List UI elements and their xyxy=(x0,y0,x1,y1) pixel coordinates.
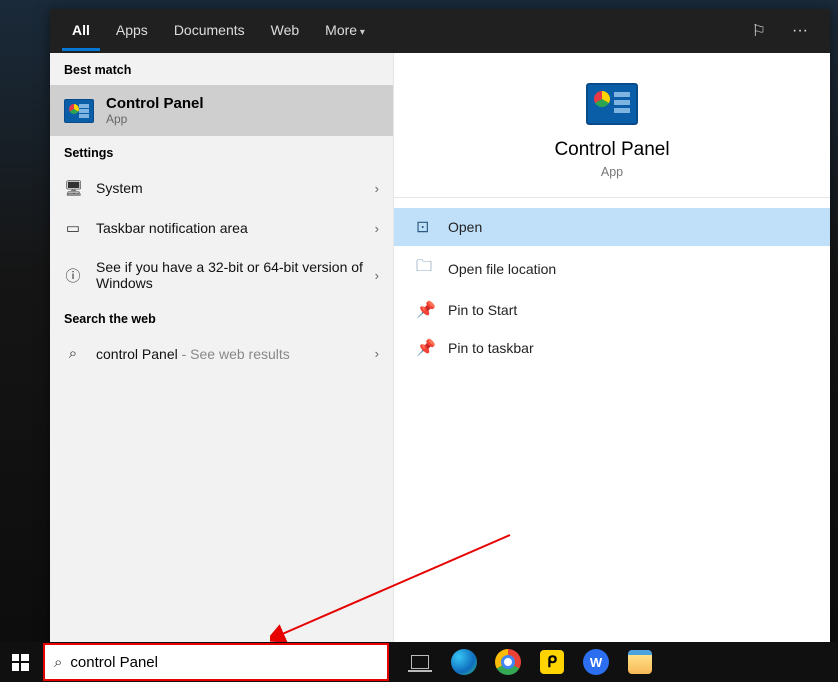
taskbar-search-box[interactable]: ⌕ xyxy=(44,644,388,680)
pin-icon: 📌 xyxy=(416,338,434,358)
chevron-right-icon: › xyxy=(375,346,379,361)
action-open-file-location[interactable]: 🗀 Open file location xyxy=(394,246,830,291)
control-panel-icon xyxy=(64,99,94,123)
taskbar-app-chrome[interactable] xyxy=(488,642,528,682)
chevron-right-icon: › xyxy=(375,268,379,283)
chevron-right-icon: › xyxy=(375,221,379,236)
tab-all[interactable]: All xyxy=(62,12,100,51)
search-input[interactable] xyxy=(70,654,378,671)
search-icon: ⌕ xyxy=(64,345,82,362)
app-icon: ᑭ xyxy=(540,650,564,674)
taskbar-app-explorer[interactable] xyxy=(620,642,660,682)
settings-item-taskbar[interactable]: ▭ Taskbar notification area › xyxy=(50,208,393,248)
settings-label: System xyxy=(96,180,379,196)
open-icon: ⊡ xyxy=(416,217,434,237)
best-match-item[interactable]: Control Panel App xyxy=(50,85,393,136)
settings-label: See if you have a 32-bit or 64-bit versi… xyxy=(96,259,379,291)
monitor-icon: 🖥 xyxy=(64,179,82,197)
taskbar-app-edge[interactable] xyxy=(444,642,484,682)
search-flyout: All Apps Documents Web More ⚐ ··· Best m… xyxy=(50,9,830,644)
settings-item-system[interactable]: 🖥 System › xyxy=(50,168,393,208)
windows-logo-icon xyxy=(12,654,29,671)
action-label: Pin to taskbar xyxy=(448,340,534,356)
folder-icon xyxy=(628,650,652,674)
start-button[interactable] xyxy=(0,642,40,682)
taskbar-app-wps[interactable]: W xyxy=(576,642,616,682)
best-match-subtitle: App xyxy=(106,112,204,126)
taskbar: ⌕ ᑭ W xyxy=(0,642,838,682)
taskbar-app-yellow[interactable]: ᑭ xyxy=(532,642,572,682)
best-match-title: Control Panel xyxy=(106,95,204,112)
folder-icon: 🗀 xyxy=(416,255,434,282)
tab-web[interactable]: Web xyxy=(261,12,310,51)
search-icon: ⌕ xyxy=(54,654,62,671)
wps-icon: W xyxy=(583,649,609,675)
action-label: Open file location xyxy=(448,261,556,277)
task-view-button[interactable] xyxy=(400,642,440,682)
action-open[interactable]: ⊡ Open xyxy=(394,208,830,246)
action-pin-taskbar[interactable]: 📌 Pin to taskbar xyxy=(394,329,830,367)
search-tabs: All Apps Documents Web More ⚐ ··· xyxy=(50,9,830,53)
web-result-label: control Panel - See web results xyxy=(96,346,379,362)
chrome-icon xyxy=(495,649,521,675)
action-label: Pin to Start xyxy=(448,302,517,318)
edge-icon xyxy=(451,649,477,675)
section-search-web: Search the web xyxy=(50,302,393,334)
preview-subtitle: App xyxy=(601,165,623,179)
action-label: Open xyxy=(448,219,482,235)
chevron-right-icon: › xyxy=(375,181,379,196)
tab-documents[interactable]: Documents xyxy=(164,12,255,51)
preview-panel: Control Panel App ⊡ Open 🗀 Open file loc… xyxy=(393,53,830,644)
taskbar-icon: ▭ xyxy=(64,219,82,237)
preview-title: Control Panel xyxy=(554,139,669,161)
more-options-icon[interactable]: ··· xyxy=(782,22,818,40)
tab-apps[interactable]: Apps xyxy=(106,12,158,51)
task-view-icon xyxy=(411,655,429,669)
pin-icon: 📌 xyxy=(416,300,434,320)
tab-more[interactable]: More xyxy=(315,12,375,51)
settings-label: Taskbar notification area xyxy=(96,220,379,236)
settings-item-bitness[interactable]: ⓘ See if you have a 32-bit or 64-bit ver… xyxy=(50,248,393,302)
section-settings: Settings xyxy=(50,136,393,168)
control-panel-icon xyxy=(586,83,638,125)
action-pin-start[interactable]: 📌 Pin to Start xyxy=(394,291,830,329)
info-icon: ⓘ xyxy=(64,265,82,286)
feedback-icon[interactable]: ⚐ xyxy=(742,21,776,41)
results-panel: Best match Control Panel App Settings 🖥 … xyxy=(50,53,393,644)
section-best-match: Best match xyxy=(50,53,393,85)
web-result-item[interactable]: ⌕ control Panel - See web results › xyxy=(50,334,393,373)
preview-actions: ⊡ Open 🗀 Open file location 📌 Pin to Sta… xyxy=(394,198,830,377)
